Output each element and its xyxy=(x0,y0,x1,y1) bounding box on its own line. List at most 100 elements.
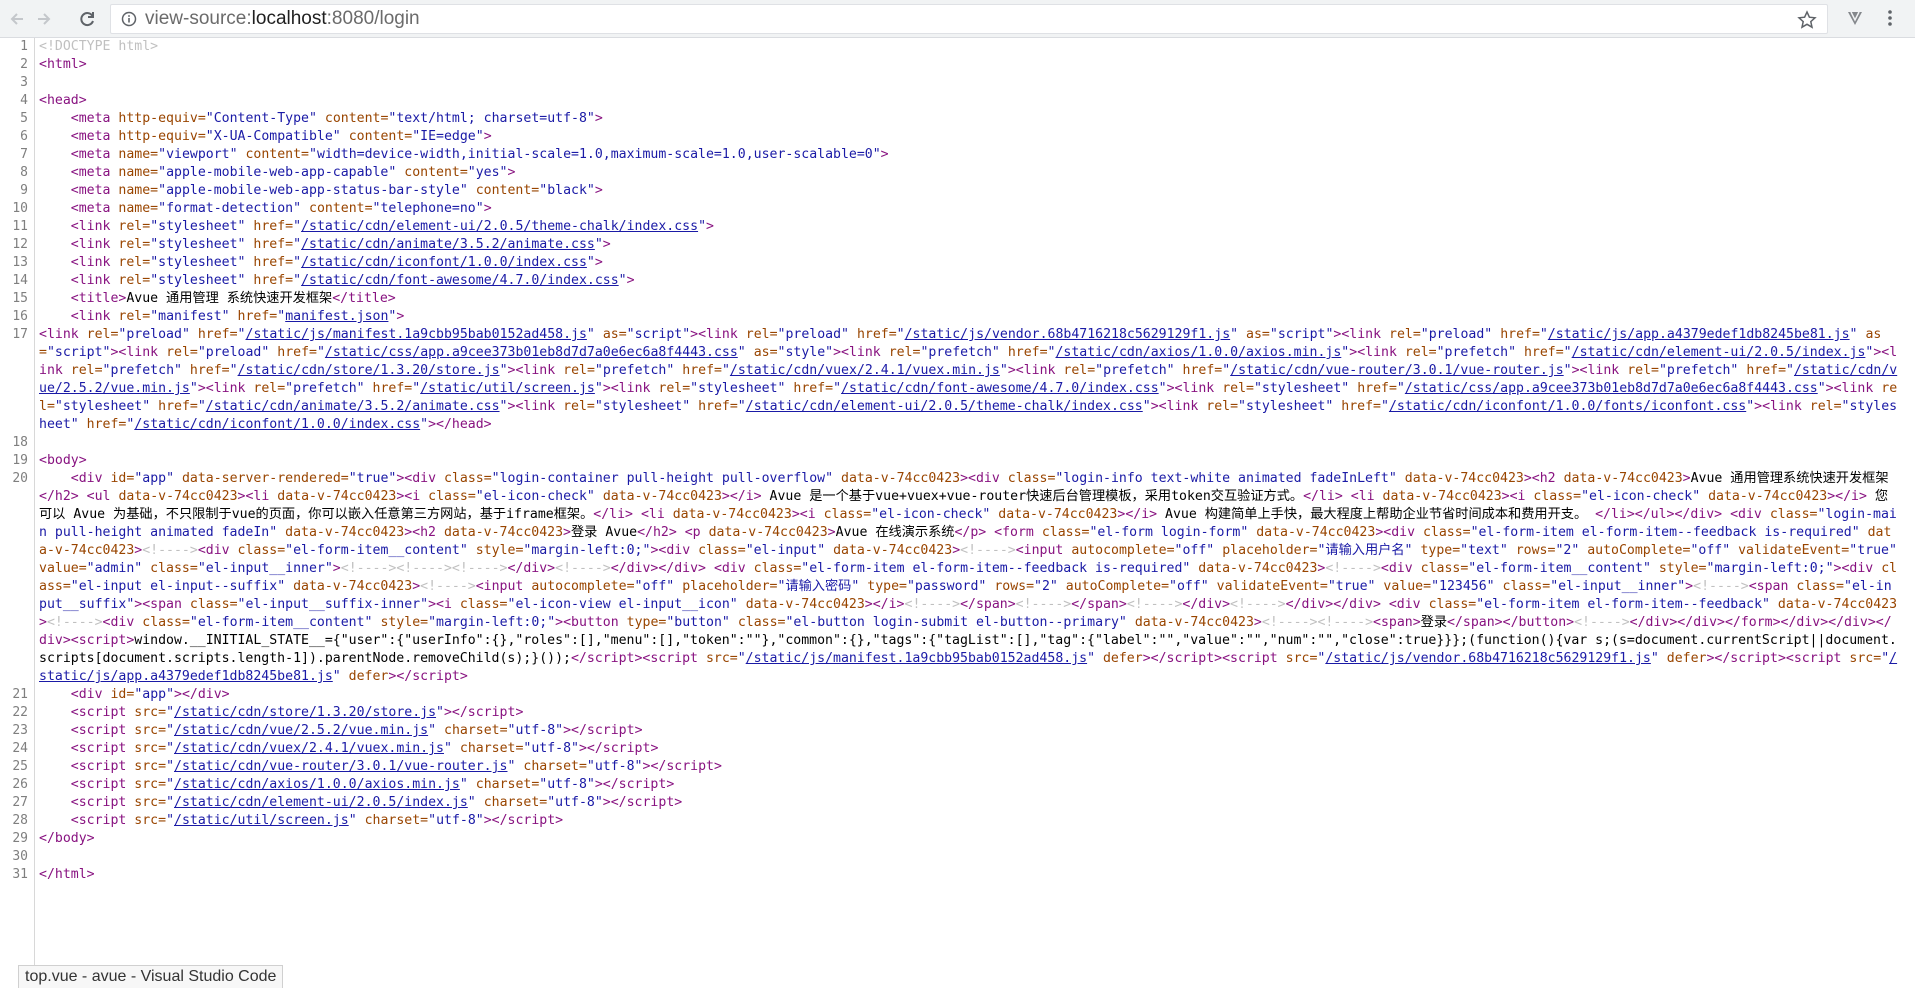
source-link[interactable]: /static/cdn/vue-router/3.0.1/vue-router.… xyxy=(174,759,507,774)
source-link[interactable]: /static/cdn/font-awesome/4.7.0/index.css xyxy=(841,381,1159,396)
line-number: 29 xyxy=(12,831,28,846)
line-code: <link rel="stylesheet" href="/static/cdn… xyxy=(70,255,603,270)
source-link[interactable]: /static/util/screen.js xyxy=(174,813,349,828)
line-number: 16 xyxy=(12,309,28,324)
url-host: localhost xyxy=(251,8,327,29)
line-code: <link rel="stylesheet" href="/static/cdn… xyxy=(70,219,714,234)
browser-toolbar: view-source:localhost:8080/login xyxy=(0,0,1915,38)
line-code: <meta http-equiv="X-UA-Compatible" conte… xyxy=(70,129,492,144)
source-line: 28 <script src="/static/util/screen.js" … xyxy=(0,812,1915,830)
extension-icon[interactable] xyxy=(1845,8,1865,28)
source-link[interactable]: /static/cdn/iconfont/1.0.0/index.css xyxy=(134,417,420,432)
source-line: 14 <link rel="stylesheet" href="/static/… xyxy=(0,272,1915,290)
source-view: 1 <!DOCTYPE html> 2 <html> 3 4 <head> 5 <meta h… xyxy=(0,38,1915,987)
line-code: <script src="/static/cdn/element-ui/2.0.… xyxy=(70,795,683,810)
source-line: 5 <meta http-equiv="Content-Type" conten… xyxy=(0,110,1915,128)
source-link[interactable]: /static/cdn/vuex/2.4.1/vuex.min.js xyxy=(174,741,444,756)
line-code: <link rel="stylesheet" href="/static/cdn… xyxy=(70,237,611,252)
info-icon[interactable] xyxy=(121,11,137,27)
source-link[interactable]: /static/cdn/vuex/2.4.1/vuex.min.js xyxy=(730,363,1000,378)
source-line: 19 <body> xyxy=(0,452,1915,470)
forward-button[interactable] xyxy=(31,6,57,32)
line-number: 17 xyxy=(12,327,28,342)
line-code: <!DOCTYPE html> xyxy=(39,39,159,54)
source-line: 4 <head> xyxy=(0,92,1915,110)
source-link[interactable]: /static/cdn/animate/3.5.2/animate.css xyxy=(206,399,500,414)
source-link[interactable]: /static/cdn/vue/2.5.2/vue.min.js xyxy=(174,723,428,738)
source-line: 2 <html> xyxy=(0,56,1915,74)
source-link[interactable]: /static/cdn/element-ui/2.0.5/index.js xyxy=(174,795,468,810)
url-scheme: view-source: xyxy=(145,8,252,29)
source-line: 13 <link rel="stylesheet" href="/static/… xyxy=(0,254,1915,272)
line-code: <script src="/static/util/screen.js" cha… xyxy=(70,813,564,828)
source-link[interactable]: /static/cdn/vue-router/3.0.1/vue-router.… xyxy=(1230,363,1563,378)
line-code: <script src="/static/cdn/store/1.3.20/st… xyxy=(70,705,524,720)
line-number: 24 xyxy=(12,741,28,756)
line-code: <title>Avue 通用管理 系统快速开发框架</title> xyxy=(70,291,396,306)
line-number: 21 xyxy=(12,687,28,702)
source-line: 9 <meta name="apple-mobile-web-app-statu… xyxy=(0,182,1915,200)
line-number: 25 xyxy=(12,759,28,774)
line-number: 6 xyxy=(20,129,28,144)
line-code: <div id="app"></div> xyxy=(70,687,230,702)
source-link[interactable]: /static/cdn/axios/1.0.0/axios.min.js xyxy=(174,777,460,792)
more-menu-icon[interactable] xyxy=(1880,8,1900,28)
source-link[interactable]: /static/js/app.a4379edef1db8245be81.js xyxy=(1548,327,1850,342)
source-line: 30 xyxy=(0,848,1915,866)
source-link[interactable]: /static/cdn/iconfont/1.0.0/index.css xyxy=(301,255,587,270)
line-code: <head> xyxy=(39,93,87,108)
source-link[interactable]: /static/cdn/iconfont/1.0.0/fonts/iconfon… xyxy=(1389,399,1746,414)
source-link[interactable]: /static/cdn/store/1.3.20/store.js xyxy=(238,363,500,378)
source-link[interactable]: /static/js/manifest.1a9cbb95bab0152ad458… xyxy=(246,327,587,342)
source-link[interactable]: /static/cdn/font-awesome/4.7.0/index.css xyxy=(301,273,619,288)
line-code: <body> xyxy=(39,453,87,468)
source-link[interactable]: /static/util/screen.js xyxy=(420,381,595,396)
source-line: 22 <script src="/static/cdn/store/1.3.20… xyxy=(0,704,1915,722)
bookmark-star-icon[interactable] xyxy=(1797,10,1817,30)
source-line: 18 xyxy=(0,434,1915,452)
source-line: 12 <link rel="stylesheet" href="/static/… xyxy=(0,236,1915,254)
source-line: 17 <link rel="preload" href="/static/js/m… xyxy=(0,326,1915,434)
line-code: <script src="/static/cdn/axios/1.0.0/axi… xyxy=(70,777,675,792)
line-number: 15 xyxy=(12,291,28,306)
source-line: 23 <script src="/static/cdn/vue/2.5.2/vu… xyxy=(0,722,1915,740)
source-line: 8 <meta name="apple-mobile-web-app-capab… xyxy=(0,164,1915,182)
source-link[interactable]: /static/js/vendor.68b4716218c5629129f1.j… xyxy=(905,327,1231,342)
line-number: 20 xyxy=(12,471,28,486)
source-link[interactable]: /static/js/vendor.68b4716218c5629129f1.j… xyxy=(1325,651,1651,666)
source-lines: 1 <!DOCTYPE html> 2 <html> 3 4 <head> 5 <meta h… xyxy=(0,38,1915,884)
back-button[interactable] xyxy=(4,6,30,32)
source-line: 11 <link rel="stylesheet" href="/static/… xyxy=(0,218,1915,236)
source-link[interactable]: /static/cdn/animate/3.5.2/animate.css xyxy=(301,237,595,252)
line-code: <meta name="apple-mobile-web-app-status-… xyxy=(70,183,603,198)
line-code: <meta name="apple-mobile-web-app-capable… xyxy=(70,165,516,180)
line-number: 2 xyxy=(20,57,28,72)
line-code: <html> xyxy=(39,57,87,72)
line-number: 30 xyxy=(12,849,28,864)
reload-button[interactable] xyxy=(74,6,100,32)
source-link[interactable]: /static/cdn/store/1.3.20/store.js xyxy=(174,705,436,720)
line-code: <script src="/static/cdn/vue-router/3.0.… xyxy=(70,759,722,774)
line-number: 31 xyxy=(12,867,28,882)
source-link[interactable]: /static/cdn/element-ui/2.0.5/theme-chalk… xyxy=(301,219,698,234)
line-code: </body> xyxy=(39,831,95,846)
source-link[interactable]: /static/cdn/element-ui/2.0.5/index.js xyxy=(1572,345,1866,360)
source-line: 24 <script src="/static/cdn/vuex/2.4.1/v… xyxy=(0,740,1915,758)
source-link[interactable]: manifest.json xyxy=(285,309,388,324)
source-link[interactable]: /static/css/app.a9cee373b01eb8d7d7a0e6ec… xyxy=(1405,381,1818,396)
source-link[interactable]: /static/css/app.a9cee373b01eb8d7d7a0e6ec… xyxy=(325,345,738,360)
address-bar[interactable]: view-source:localhost:8080/login xyxy=(110,4,1828,34)
line-code: <meta name="format-detection" content="t… xyxy=(70,201,492,216)
source-link[interactable]: /static/js/manifest.1a9cbb95bab0152ad458… xyxy=(746,651,1087,666)
line-code: <script src="/static/cdn/vuex/2.4.1/vuex… xyxy=(70,741,659,756)
line-code: <div id="app" data-server-rendered="true… xyxy=(39,471,1898,684)
source-link[interactable]: /static/cdn/element-ui/2.0.5/theme-chalk… xyxy=(746,399,1143,414)
line-number: 27 xyxy=(12,795,28,810)
line-number: 7 xyxy=(20,147,28,162)
line-number: 10 xyxy=(12,201,28,216)
source-link[interactable]: /static/cdn/axios/1.0.0/axios.min.js xyxy=(1055,345,1341,360)
url-text[interactable]: view-source:localhost:8080/login xyxy=(145,8,420,30)
line-number: 8 xyxy=(20,165,28,180)
status-tooltip: top.vue - avue - Visual Studio Code xyxy=(18,965,284,988)
line-number: 22 xyxy=(12,705,28,720)
